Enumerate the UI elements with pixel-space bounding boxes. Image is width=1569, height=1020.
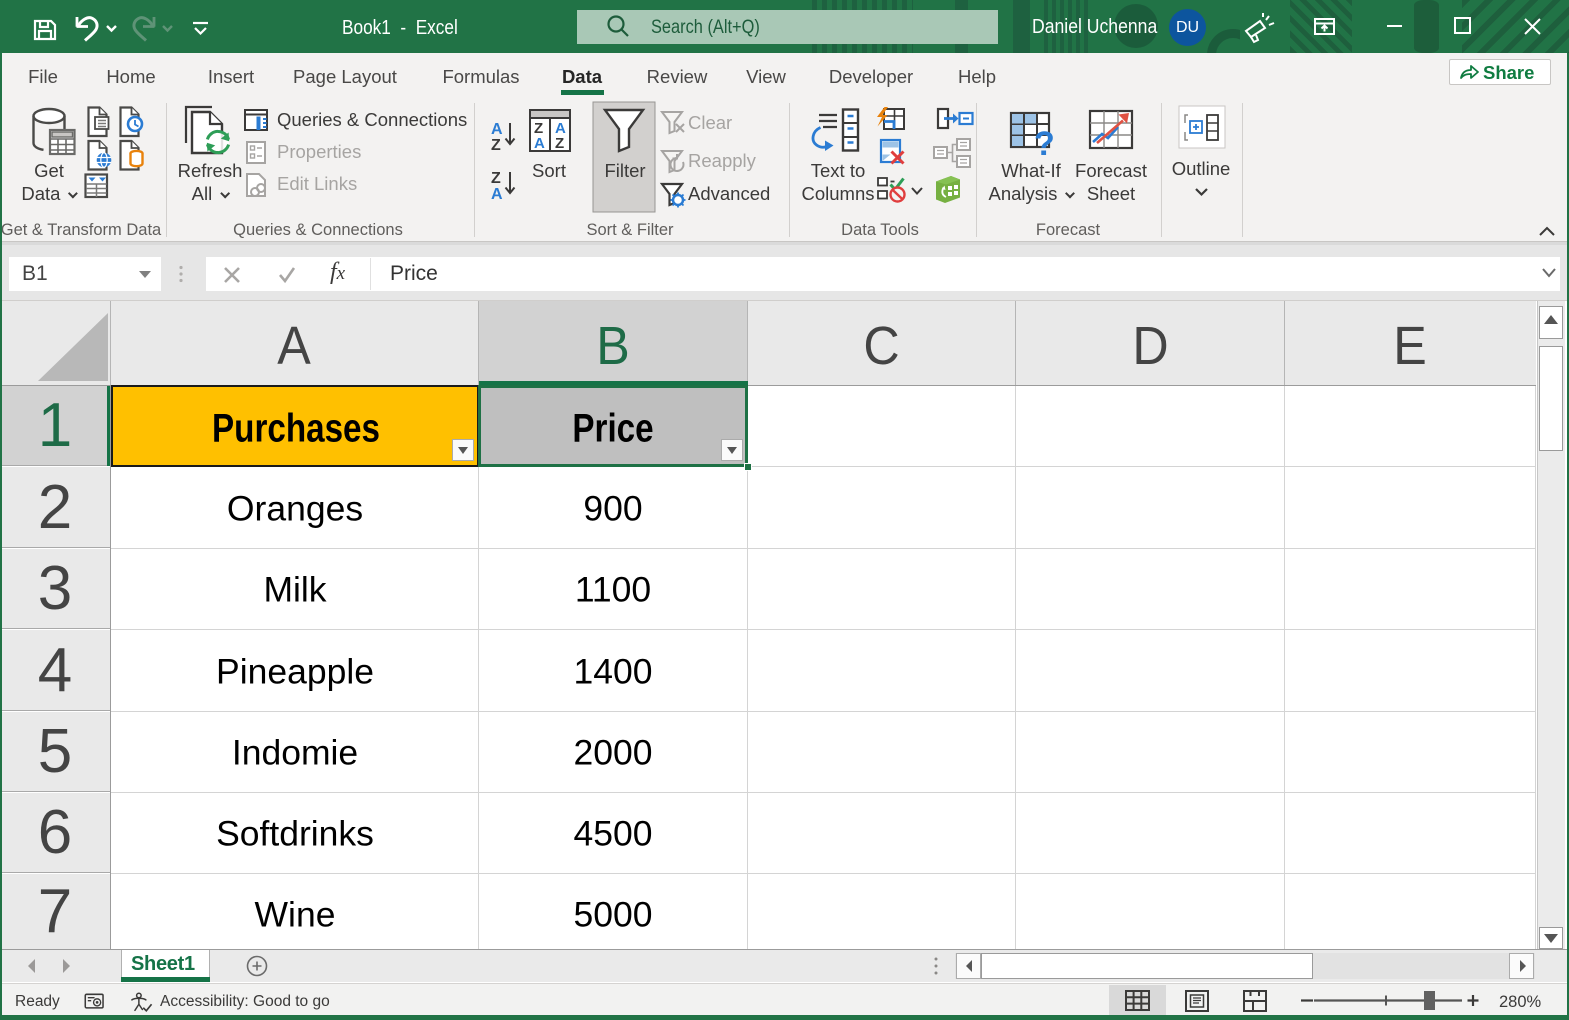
svg-text:A: A: [534, 135, 545, 152]
svg-text:A: A: [491, 186, 503, 203]
svg-text:Z: Z: [491, 170, 501, 187]
svg-text:?: ?: [1034, 125, 1055, 163]
svg-text:A: A: [491, 121, 503, 138]
svg-text:Z: Z: [555, 135, 564, 152]
svg-text:Z: Z: [491, 137, 501, 154]
